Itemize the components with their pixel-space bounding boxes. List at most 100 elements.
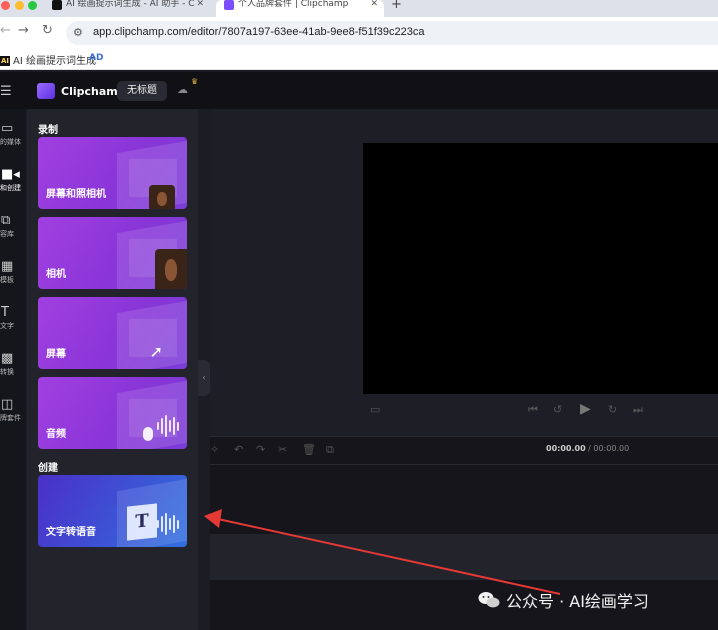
rail-label: 模板 — [0, 276, 14, 284]
bookmark-label: AI 绘画提示词生成 — [13, 56, 96, 67]
card-camera[interactable]: 相机 — [38, 217, 187, 289]
rail-item-templates[interactable]: ▦ 模板 — [0, 259, 26, 285]
bookmark-label: AD — [89, 53, 104, 63]
card-screen[interactable]: ➚ 屏幕 — [38, 297, 187, 369]
rail-label: 和创建 — [0, 184, 21, 192]
collapse-panel-button[interactable]: ‹ — [198, 360, 210, 396]
folder-icon: ▭ — [1, 121, 14, 136]
transitions-icon: ▩ — [1, 351, 14, 366]
person-thumbnail — [155, 249, 187, 289]
clipchamp-logo-icon — [37, 83, 55, 99]
card-label: 音频 — [46, 429, 66, 440]
card-text-to-speech[interactable]: T 文字转语音 — [38, 475, 187, 547]
menu-icon[interactable]: ☰ — [0, 84, 12, 99]
magic-icon[interactable]: ✧ — [210, 443, 219, 456]
rail-item-content-library[interactable]: ⧉ 容库 — [0, 213, 26, 239]
card-screen-and-camera[interactable]: 屏幕和照相机 — [38, 137, 187, 209]
new-tab-icon[interactable]: + — [391, 0, 402, 12]
rail-label: 文字 — [0, 322, 14, 330]
timeline-track[interactable] — [210, 534, 718, 580]
wechat-icon — [478, 592, 500, 608]
cloud-offline-icon[interactable]: ☁ — [177, 83, 188, 96]
text-glyph-icon: T — [127, 503, 157, 541]
section-title-record: 录制 — [38, 125, 58, 136]
screenshot-root: AI 绘画提示词生成 - AI 助手 - C ✕ 个人品牌套件 | Clipch… — [0, 0, 718, 630]
tab-label: AI 绘画提示词生成 - AI 助手 - C — [66, 0, 195, 9]
record-create-panel: 录制 屏幕和照相机 相机 ➚ 屏幕 音频 创建 T 文字转语音 — [27, 109, 198, 630]
card-label: 屏幕 — [46, 349, 66, 360]
app-header: ☰ Clipchamp 无标题 ☁ ♛ — [0, 72, 718, 109]
caption-icon[interactable]: ▭ — [370, 403, 380, 416]
audio-wave-icon — [157, 511, 181, 537]
rewind-icon[interactable]: ↺ — [553, 403, 562, 416]
timeline-ruler — [210, 464, 718, 465]
reload-icon[interactable]: ↻ — [42, 23, 53, 38]
rail-item-record-create[interactable]: ■◂ 和创建 — [0, 167, 26, 193]
clipchamp-favicon-icon — [224, 0, 234, 10]
clipchamp-app: ☰ Clipchamp 无标题 ☁ ♛ ▭ 的媒体 ■◂ 和创建 ⧉ 容库 ▦ — [0, 72, 718, 630]
mouse-pointer-icon: ➚ — [149, 342, 163, 361]
url-text: app.clipchamp.com/editor/7807a197-63ee-4… — [93, 26, 425, 38]
redo-icon[interactable]: ↷ — [256, 443, 265, 456]
project-title-button[interactable]: 无标题 — [117, 81, 167, 101]
card-label: 文字转语音 — [46, 527, 96, 538]
person-thumbnail — [149, 185, 175, 209]
section-title-create: 创建 — [38, 463, 58, 474]
close-tab-icon[interactable]: ✕ — [370, 0, 378, 9]
watermark-text: 公众号 · AI绘画学习 — [506, 592, 649, 611]
card-label: 屏幕和照相机 — [46, 189, 106, 200]
site-settings-icon[interactable]: ⚙ — [73, 26, 83, 39]
skip-back-icon[interactable]: ⏮ — [528, 403, 538, 417]
browser-address-bar: ← → ↻ ⚙ app.clipchamp.com/editor/7807a19… — [0, 17, 718, 48]
bookmark-badge: AI — [0, 56, 11, 66]
total-time: 00:00.00 — [593, 444, 630, 453]
forward-icon[interactable]: ↻ — [608, 403, 617, 416]
tab-clipchamp[interactable]: 个人品牌套件 | Clipchamp ✕ — [216, 0, 384, 17]
back-arrow-icon[interactable]: ← — [0, 23, 11, 38]
forward-arrow-icon[interactable]: → — [18, 23, 29, 38]
rail-label: 牌套件 — [0, 414, 21, 422]
tab-ai-prompt[interactable]: AI 绘画提示词生成 - AI 助手 - C ✕ — [48, 0, 210, 17]
bookmark-ad[interactable]: AD — [89, 53, 103, 63]
microphone-icon — [143, 427, 153, 441]
timecode: 00:00.00 / 00:00.00 — [546, 444, 629, 453]
bookmarks-bar: AI AI 绘画提示词生成 AD — [0, 48, 718, 70]
close-tab-icon[interactable]: ✕ — [196, 0, 204, 9]
ai-favicon-icon — [52, 0, 62, 10]
card-audio[interactable]: 音频 — [38, 377, 187, 449]
content-library-icon: ⧉ — [1, 213, 11, 228]
browser-tab-bar: AI 绘画提示词生成 - AI 助手 - C ✕ 个人品牌套件 | Clipch… — [0, 0, 718, 17]
watermark: 公众号 · AI绘画学习 — [478, 588, 649, 612]
tab-label: 个人品牌套件 | Clipchamp — [238, 0, 349, 9]
bookmark-ai-prompt[interactable]: AI AI 绘画提示词生成 — [0, 52, 96, 67]
trash-icon[interactable]: 🗑 — [302, 443, 316, 456]
rail-label: 容库 — [0, 230, 14, 238]
rail-label: 的媒体 — [0, 138, 21, 146]
left-nav-rail: ▭ 的媒体 ■◂ 和创建 ⧉ 容库 ▦ 模板 T 文字 ▩ 转换 ◫ 牌套件 — [0, 109, 26, 630]
app-name: Clipchamp — [61, 85, 126, 98]
rail-item-text[interactable]: T 文字 — [0, 305, 26, 331]
templates-icon: ▦ — [1, 259, 14, 274]
rail-item-transitions[interactable]: ▩ 转换 — [0, 351, 26, 377]
play-icon[interactable]: ▶ — [580, 401, 591, 417]
audio-wave-icon — [157, 413, 181, 439]
url-field[interactable]: ⚙ app.clipchamp.com/editor/7807a197-63ee… — [66, 21, 718, 45]
rail-label: 转换 — [0, 368, 14, 376]
current-time: 00:00.00 — [546, 444, 586, 453]
video-preview[interactable] — [363, 143, 718, 394]
maximize-window-button[interactable] — [28, 1, 37, 10]
scissors-icon[interactable]: ✂ — [278, 443, 287, 456]
minimize-window-button[interactable] — [15, 1, 24, 10]
duplicate-icon[interactable]: ⧉ — [326, 443, 334, 457]
rail-item-media[interactable]: ▭ 的媒体 — [0, 121, 26, 147]
crown-icon: ♛ — [191, 77, 199, 86]
video-camera-icon: ■◂ — [1, 167, 20, 182]
rail-item-brand-kit[interactable]: ◫ 牌套件 — [0, 397, 26, 423]
close-window-button[interactable] — [1, 1, 10, 10]
text-icon: T — [1, 305, 9, 320]
card-label: 相机 — [46, 269, 66, 280]
undo-icon[interactable]: ↶ — [234, 443, 243, 456]
skip-forward-icon[interactable]: ⏭ — [633, 403, 643, 417]
brand-kit-icon: ◫ — [1, 397, 14, 412]
preview-stage: ▭ ⏮ ↺ ▶ ↻ ⏭ — [210, 109, 718, 436]
